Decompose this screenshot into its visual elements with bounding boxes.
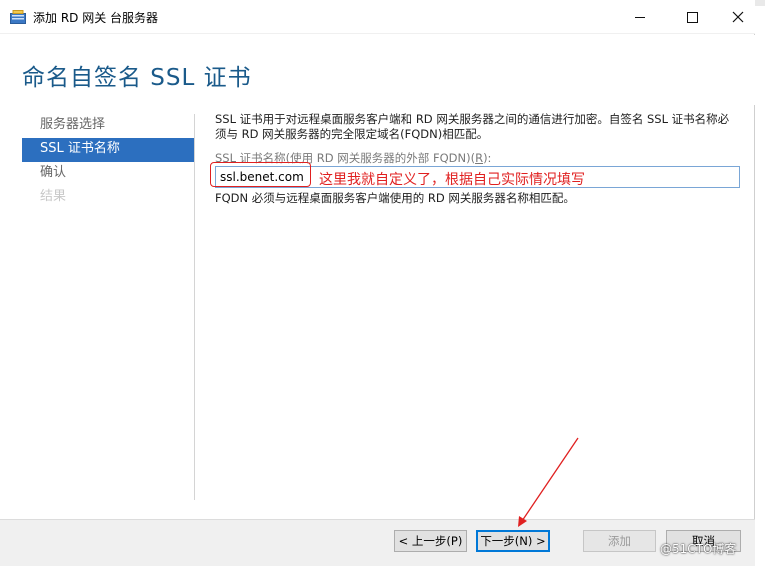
fqdn-hint: FQDN 必须与远程桌面服务客户端使用的 RD 网关服务器名称相匹配。 bbox=[215, 191, 575, 205]
close-button[interactable] bbox=[715, 0, 761, 34]
wizard-footer: < 上一步(P) 下一步(N) > 添加 取消 bbox=[0, 519, 755, 566]
minimize-button[interactable] bbox=[617, 0, 663, 34]
window-title: 添加 RD 网关 台服务器 bbox=[33, 11, 159, 25]
close-icon bbox=[732, 11, 744, 23]
ssl-name-label-accesskey: R bbox=[475, 151, 484, 165]
maximize-button[interactable] bbox=[669, 0, 715, 34]
minimize-icon bbox=[635, 16, 645, 18]
nav-item-confirm[interactable]: 确认 bbox=[22, 162, 194, 186]
ssl-name-label-end: ): bbox=[483, 151, 492, 165]
add-button: 添加 bbox=[583, 530, 656, 552]
watermark: @51CTO博客 bbox=[660, 542, 737, 556]
next-button[interactable]: 下一步(N) > bbox=[476, 530, 550, 552]
page-title: 命名自签名 SSL 证书 bbox=[22, 65, 252, 91]
description-text: SSL 证书用于对远程桌面服务客户端和 RD 网关服务器之间的通信进行加密。自签… bbox=[215, 112, 730, 141]
annotation-text: 这里我就自定义了，根据自己实际情况填写 bbox=[319, 172, 585, 188]
wizard-window: 添加 RD 网关 台服务器 命名自签名 SSL 证书 服务器选择 SSL 证书名… bbox=[0, 0, 755, 566]
annotation-highlight-box bbox=[210, 162, 311, 187]
nav-divider bbox=[194, 114, 195, 500]
previous-button[interactable]: < 上一步(P) bbox=[394, 530, 467, 552]
maximize-icon bbox=[686, 11, 698, 23]
content-pane: SSL 证书用于对远程桌面服务客户端和 RD 网关服务器之间的通信进行加密。自签… bbox=[210, 112, 740, 205]
server-manager-icon bbox=[10, 10, 26, 24]
nav-item-server-selection[interactable]: 服务器选择 bbox=[22, 114, 194, 138]
wizard-nav: 服务器选择 SSL 证书名称 确认 结果 bbox=[22, 114, 194, 210]
nav-item-ssl-name[interactable]: SSL 证书名称 bbox=[22, 138, 194, 162]
nav-item-results: 结果 bbox=[40, 189, 67, 204]
title-bar[interactable]: 添加 RD 网关 台服务器 bbox=[0, 0, 755, 34]
